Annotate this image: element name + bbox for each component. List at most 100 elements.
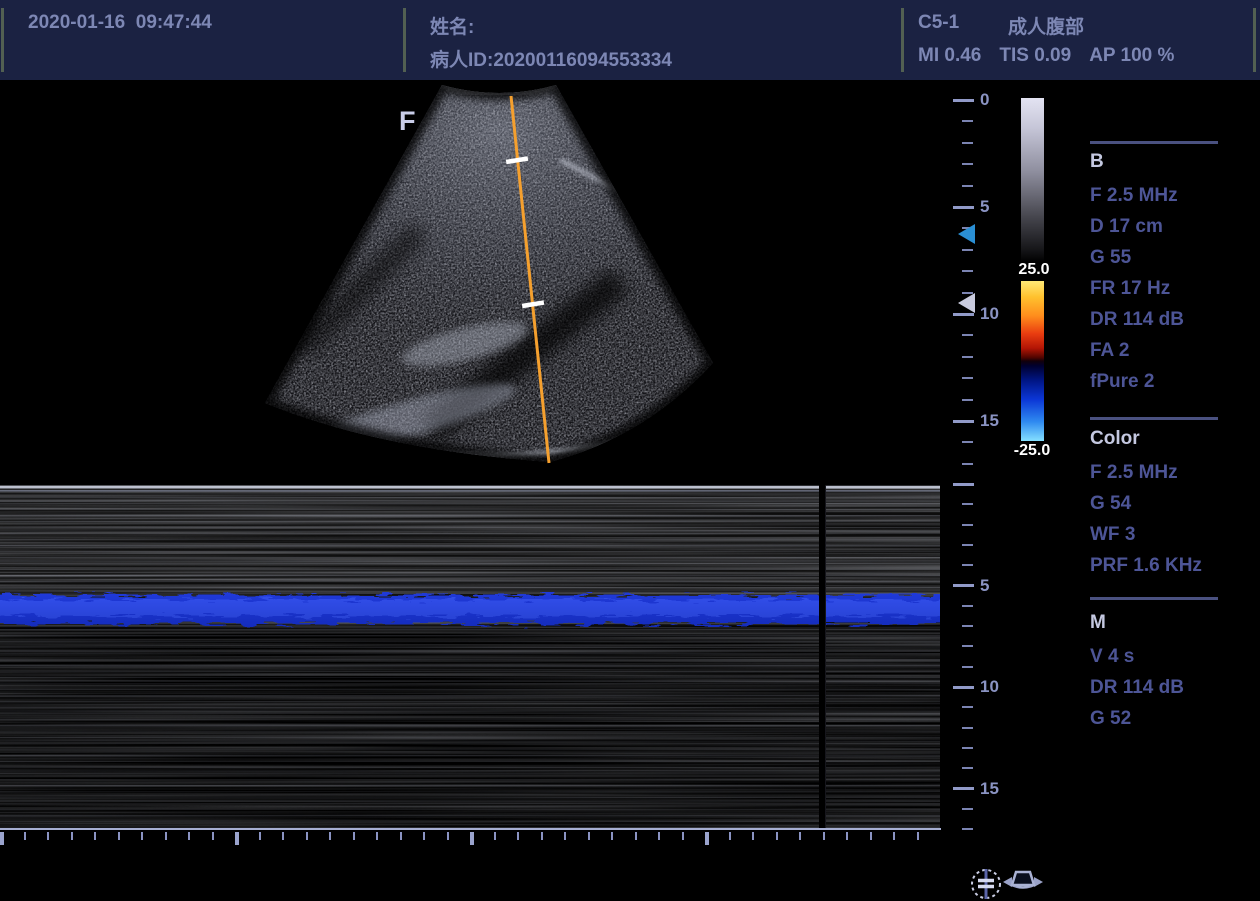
exam-preset: 成人腹部 [1008,12,1084,39]
tis-value: TIS 0.09 [999,45,1071,66]
depth-tick [962,120,973,122]
param-row: fPure 2 [1090,371,1154,393]
depth-tick [953,99,974,102]
b-mode-image [230,82,770,484]
depth-tick [962,564,973,566]
depth-tick [962,503,973,505]
tgc-marker-icon[interactable] [958,293,975,313]
depth-label: 10 [980,678,999,696]
time-tick [0,832,4,845]
time-tick [423,832,425,840]
time-tick [470,832,474,845]
time-tick [682,832,684,840]
time-tick [588,832,590,840]
time-tick [400,832,402,840]
param-row: F 2.5 MHz [1090,185,1178,207]
depth-tick [962,249,973,251]
depth-tick [962,828,973,830]
param-row: DR 114 dB [1090,309,1184,331]
param-row: F 2.5 MHz [1090,462,1178,484]
time-tick [282,832,284,840]
param-row: PRF 1.6 KHz [1090,555,1202,577]
header-divider [1253,8,1256,72]
depth-tick [953,787,974,790]
time-tick [658,832,660,840]
depth-tick [962,441,973,443]
time-tick [47,832,49,840]
grayscale-bar [1021,98,1044,262]
param-row: FR 17 Hz [1090,278,1170,300]
time-tick [212,832,214,840]
depth-tick [962,163,973,165]
depth-tick [962,399,973,401]
depth-tick [962,142,973,144]
depth-label: 0 [980,91,989,109]
ultrasound-screen: 2020-01-16 09:47:44 姓名: 病人ID:20200116094… [0,0,1260,901]
patient-id: 病人ID:20200116094553334 [430,45,672,72]
time-tick [799,832,801,840]
time-tick [893,832,895,840]
depth-label: 15 [980,412,999,430]
depth-label: 5 [980,577,989,595]
time-tick [729,832,731,840]
velocity-max-label: 25.0 [1004,261,1064,279]
header-divider [901,8,904,72]
time-tick [329,832,331,840]
depth-tick [962,727,973,729]
time-tick [611,832,613,840]
section-title-m: M [1090,612,1106,634]
datetime: 2020-01-16 09:47:44 [28,12,212,34]
time-tick [517,832,519,840]
section-title-color: Color [1090,428,1140,450]
depth-tick [962,356,973,358]
m-cursor-icon[interactable] [969,866,1003,901]
depth-tick [962,625,973,627]
time-tick [188,832,190,840]
header-divider [1,8,4,72]
param-row: G 55 [1090,247,1131,269]
color-flow-bar [1021,281,1044,441]
time-tick [494,832,496,840]
panel-divider [1090,417,1218,420]
time-tick [870,832,872,840]
depth-tick [962,767,973,769]
time-tick [94,832,96,840]
depth-tick [953,686,974,689]
depth-tick [962,377,973,379]
time-tick [376,832,378,840]
param-row: V 4 s [1090,646,1134,668]
time-tick [564,832,566,840]
time-tick [235,832,239,845]
time-tick [635,832,637,840]
depth-tick [962,544,973,546]
speckle-texture [230,82,770,484]
section-title-b: B [1090,151,1104,173]
m-mode-svg [0,485,940,829]
depth-tick [962,463,973,465]
depth-tick [962,185,973,187]
acoustic-indices: MI 0.46TIS 0.09AP 100 % [918,45,1174,67]
depth-tick [962,666,973,668]
time-tick [917,832,919,840]
depth-label: 5 [980,198,989,216]
panel-divider [1090,141,1218,144]
mi-value: MI 0.46 [918,45,981,66]
time-tick [776,832,778,840]
near-field-line [0,486,940,489]
param-row: DR 114 dB [1090,677,1184,699]
focus-marker-icon[interactable] [958,224,975,244]
time-tick [118,832,120,840]
color-flow-band [0,595,940,624]
depth-tick [962,524,973,526]
depth-label: 15 [980,780,999,798]
time-axis-line [0,828,941,830]
depth-label: 10 [980,305,999,323]
depth-tick [953,584,974,587]
time-tick [447,832,449,840]
m-mode-trace [0,485,940,829]
panel-divider [1090,597,1218,600]
time-tick [541,832,543,840]
time-tick [71,832,73,840]
param-row: D 17 cm [1090,216,1163,238]
probe-orientation-icon[interactable] [1002,868,1044,896]
